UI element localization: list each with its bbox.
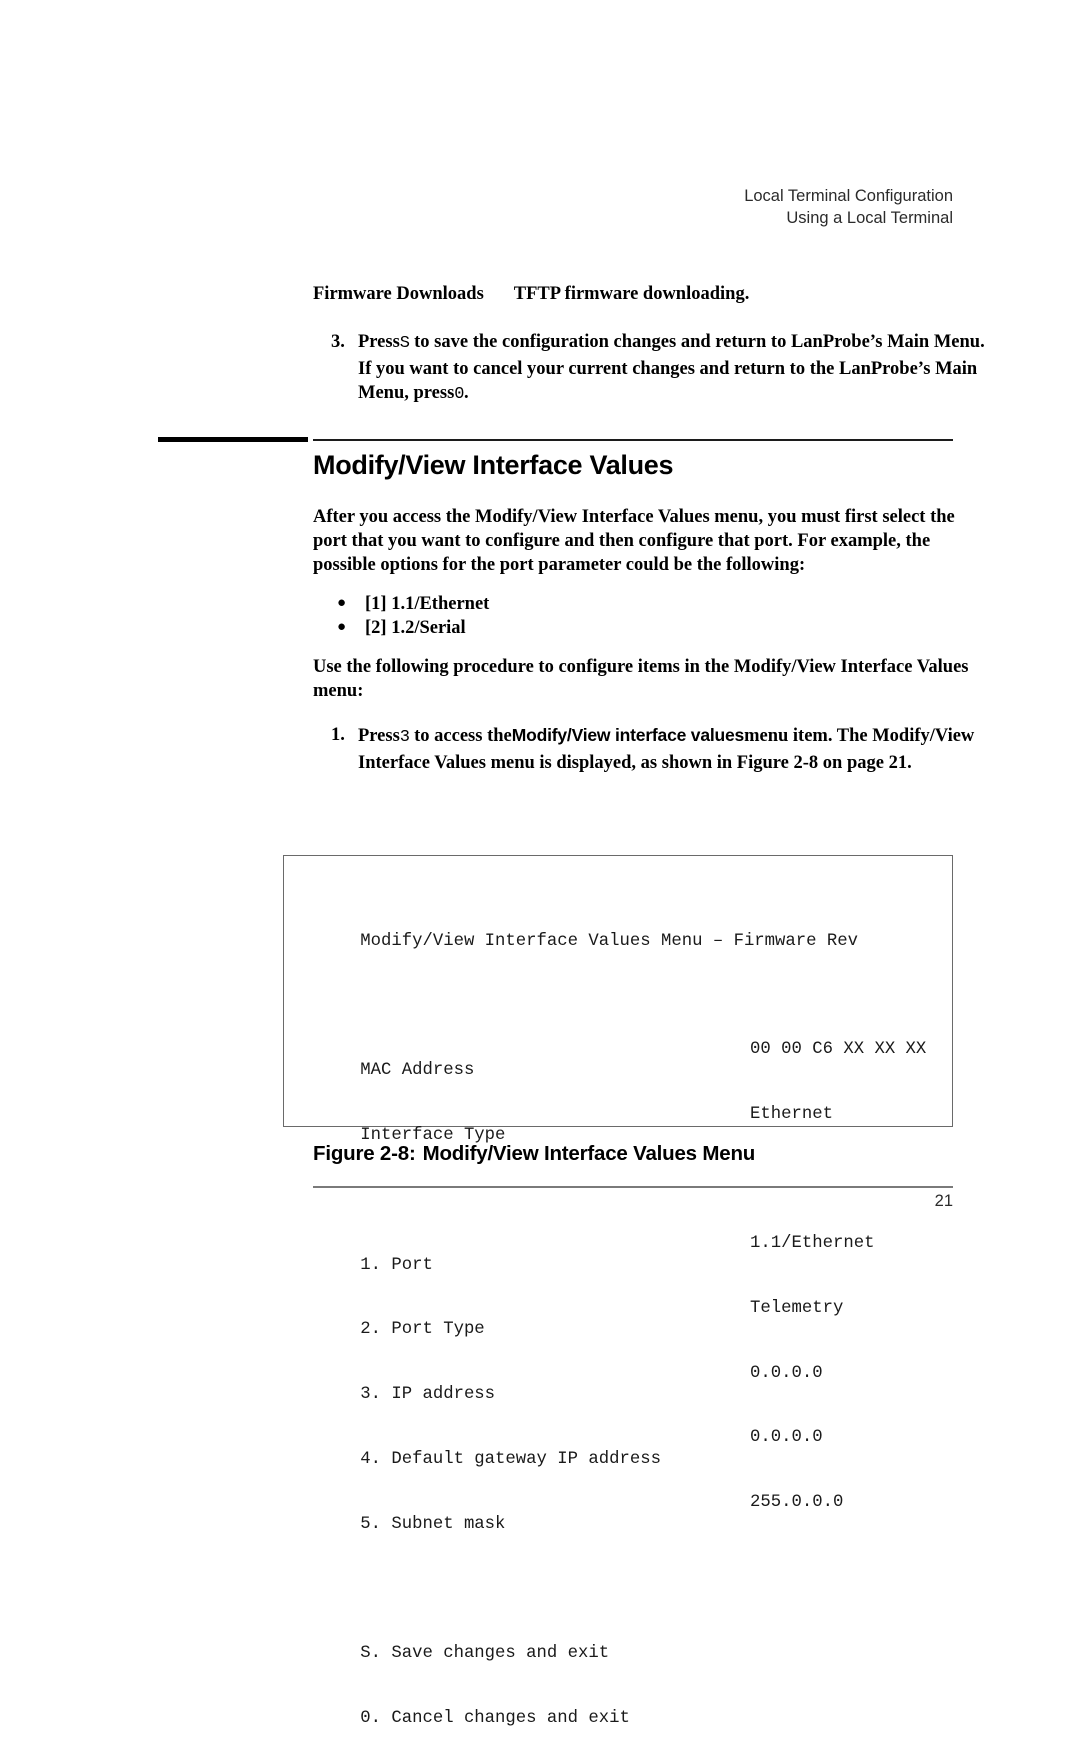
step-3: 3. PressS to save the configuration chan… — [313, 330, 985, 408]
section-title: Modify/View Interface Values — [313, 450, 674, 480]
step-1-text-part1: Press — [358, 726, 400, 746]
step-3-text-part3: . — [463, 383, 469, 403]
step-3-text-part1: Press — [358, 332, 400, 352]
terminal-row-label: 4. Default gateway IP address — [360, 1450, 661, 1470]
terminal-row-subnet-mask[interactable]: 5. Subnet mask 255.0.0.0 — [298, 1492, 944, 1534]
terminal-content: Modify/View Interface Values Menu – Firm… — [298, 866, 944, 1751]
section-intro-paragraph: After you access the Modify/View Interfa… — [313, 507, 955, 575]
page-number: 21 — [934, 1192, 953, 1210]
procedure-intro-paragraph: Use the following procedure to configure… — [313, 657, 969, 701]
running-header: Local Terminal Configuration Using a Loc… — [0, 185, 953, 229]
step-1-menu-item-name: Modify/View interface values — [511, 725, 745, 745]
terminal-spacer — [298, 974, 944, 996]
terminal-row-label: 5. Subnet mask — [360, 1514, 506, 1534]
step-3-text: PressS to save the configuration changes… — [358, 330, 985, 408]
definition-description: TFTP firmware downloading. — [513, 284, 750, 304]
figure-caption: Figure 2-8: Modify/View Interface Values … — [313, 1142, 985, 1166]
list-item: ● [1] 1.1/Ethernet — [313, 592, 985, 616]
terminal-row-value: 0.0.0.0 — [750, 1363, 823, 1383]
heading-rule-thin — [313, 439, 953, 441]
figure-caption-text: Modify/View Interface Values Menu — [422, 1142, 756, 1165]
terminal-row-save-changes[interactable]: S. Save changes and exit — [298, 1622, 944, 1663]
step-3-key-zero: 0 — [454, 385, 464, 404]
terminal-row-ip-address[interactable]: 3. IP address 0.0.0.0 — [298, 1363, 944, 1405]
terminal-spacer — [298, 1557, 944, 1579]
step-3-key-s: S — [399, 334, 410, 353]
step-1-text-part2: to access the — [414, 726, 512, 746]
terminal-row-port-type[interactable]: 2. Port Type Telemetry — [298, 1298, 944, 1340]
terminal-row-label: 0. Cancel changes and exit — [360, 1709, 630, 1729]
step-1-text: Press3 to access theModify/View interfac… — [358, 723, 985, 775]
terminal-row-value: Ethernet — [750, 1104, 833, 1124]
terminal-row-cancel-changes[interactable]: 0. Cancel changes and exit — [298, 1687, 944, 1728]
terminal-row-value: 1.1/Ethernet — [750, 1234, 875, 1254]
step-1-key-three: 3 — [399, 728, 410, 747]
terminal-row-interface-type: Interface Type Ethernet — [298, 1104, 944, 1146]
list-item: ● [2] 1.2/Serial — [313, 616, 985, 640]
definition-line: Firmware Downloads TFTP firmware download… — [313, 282, 985, 306]
step-3-number: 3. — [331, 332, 345, 352]
header-line-1: Local Terminal Configuration — [744, 187, 953, 205]
terminal-row-label: MAC Address — [360, 1061, 475, 1081]
terminal-row-label: 1. Port — [360, 1255, 433, 1275]
bullet-dot-icon: ● — [337, 595, 347, 611]
list-item-label: [1] 1.1/Ethernet — [365, 594, 490, 614]
terminal-row-default-gateway[interactable]: 4. Default gateway IP address 0.0.0.0 — [298, 1427, 944, 1469]
terminal-screen-figure: Modify/View Interface Values Menu – Firm… — [283, 855, 953, 1728]
definition-term: Firmware Downloads — [313, 284, 484, 304]
terminal-title-row: Modify/View Interface Values Menu – Firm… — [298, 909, 944, 951]
terminal-row-value: 00 00 C6 XX XX XX — [750, 1039, 927, 1059]
terminal-row-label: 2. Port Type — [360, 1320, 485, 1340]
terminal-row-label: 3. IP address — [360, 1385, 496, 1405]
terminal-title: Modify/View Interface Values Menu – Firm… — [360, 931, 859, 951]
figure-number: Figure 2-8: — [313, 1142, 416, 1165]
terminal-row-mac: MAC Address 00 00 C6 XX XX XX — [298, 1039, 944, 1081]
port-options-list: ● [1] 1.1/Ethernet ● [2] 1.2/Serial — [313, 592, 985, 640]
step-3-text-part2: to save the configuration changes and re… — [358, 332, 985, 403]
bullet-dot-icon: ● — [337, 619, 347, 635]
header-line-2: Using a Local Terminal — [786, 209, 953, 227]
terminal-row-value: Telemetry — [750, 1298, 844, 1318]
step-1-number: 1. — [331, 725, 345, 745]
terminal-row-value: 255.0.0.0 — [750, 1493, 844, 1513]
footer-rule — [313, 1186, 953, 1188]
terminal-row-port[interactable]: 1. Port 1.1/Ethernet — [298, 1233, 944, 1275]
heading-rule-thick — [158, 437, 308, 442]
step-1: 1. Press3 to access theModify/View inter… — [313, 723, 985, 775]
terminal-row-label: S. Save changes and exit — [360, 1644, 610, 1664]
list-item-label: [2] 1.2/Serial — [365, 618, 466, 638]
terminal-row-value: 0.0.0.0 — [750, 1428, 823, 1448]
